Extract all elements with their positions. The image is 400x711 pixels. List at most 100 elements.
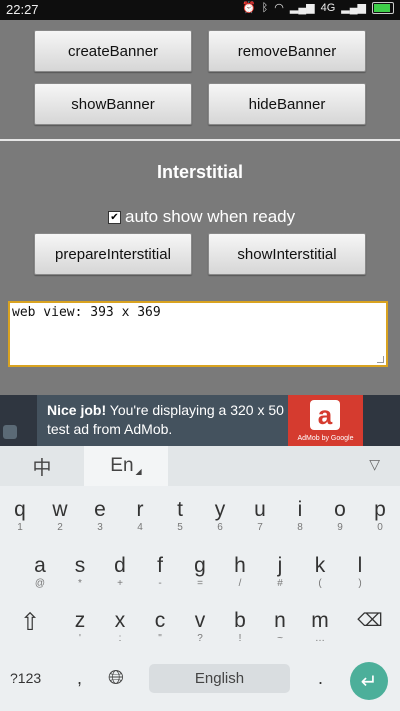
web-view-text: web view: 393 x 369 — [12, 305, 161, 320]
show-banner-button[interactable]: showBanner — [34, 83, 192, 125]
key-sublabel: : — [118, 633, 122, 644]
auto-show-checkbox[interactable]: ✔ — [108, 210, 121, 224]
key-label: g — [194, 554, 206, 577]
auto-show-row[interactable]: ✔ auto show when ready — [108, 207, 295, 227]
space-key-label: English — [194, 670, 245, 687]
key-o[interactable]: o9 — [320, 492, 360, 536]
key-f[interactable]: f- — [140, 548, 180, 592]
key-label: f — [157, 554, 163, 577]
corner-triangle-icon: ◢ — [135, 466, 142, 476]
key-x[interactable]: x: — [100, 603, 140, 647]
globe-icon[interactable]: 🌐︎ — [108, 667, 124, 690]
enter-key-icon[interactable]: ↵ — [350, 662, 388, 700]
signal-icon-2: ▂▄▆ — [341, 2, 366, 14]
key-sublabel: 7 — [257, 522, 263, 533]
key-j[interactable]: j # — [260, 548, 300, 592]
admob-logo-text: AdMob by Google — [297, 435, 354, 442]
key-sublabel: 0 — [377, 522, 383, 533]
symbols-key[interactable]: ?123 — [10, 670, 41, 686]
key-label: b — [234, 609, 246, 632]
key-sublabel: 1 — [17, 522, 23, 533]
comma-key[interactable]: , — [77, 668, 82, 689]
key-z[interactable]: z ' — [60, 603, 100, 647]
bluetooth-icon: ᛒ — [261, 1, 269, 14]
key-i[interactable]: i8 — [280, 492, 320, 536]
backspace-key-icon[interactable]: ⌫ — [352, 610, 388, 636]
space-key[interactable]: English — [149, 664, 290, 693]
shift-key-icon[interactable]: ⇧ — [12, 608, 48, 636]
key-w[interactable]: w2 — [40, 492, 80, 536]
auto-show-label: auto show when ready — [125, 207, 296, 226]
key-label: q — [14, 498, 26, 521]
resize-handle-icon[interactable] — [377, 356, 384, 363]
key-n[interactable]: n ~ — [260, 603, 300, 647]
tab-chinese[interactable]: 中 — [0, 446, 84, 486]
key-label: k — [314, 554, 326, 577]
key-t[interactable]: t5 — [160, 492, 200, 536]
show-interstitial-button[interactable]: showInterstitial — [208, 233, 366, 275]
wifi-icon: ◠ — [274, 2, 284, 14]
web-view-textarea[interactable]: web view: 393 x 369 — [8, 301, 388, 367]
key-label: l — [357, 554, 363, 577]
key-sublabel: 5 — [177, 522, 183, 533]
prepare-interstitial-button[interactable]: prepareInterstitial — [34, 233, 192, 275]
key-label: e — [94, 498, 106, 521]
ad-body[interactable]: Nice job! You're displaying a 320 x 50 t… — [37, 395, 363, 446]
key-sublabel: ( — [318, 578, 322, 589]
alarm-icon: ⏰ — [241, 2, 256, 14]
period-key[interactable]: . — [318, 668, 323, 689]
key-sublabel: … — [315, 633, 325, 644]
key-r[interactable]: r4 — [120, 492, 160, 536]
key-b[interactable]: b! — [220, 603, 260, 647]
key-d[interactable]: d + — [100, 548, 140, 592]
key-m[interactable]: m… — [300, 603, 340, 647]
key-sublabel: # — [277, 578, 283, 589]
key-label: u — [254, 498, 266, 521]
create-banner-button[interactable]: createBanner — [34, 30, 192, 72]
admob-logo: a AdMob by Google — [288, 395, 363, 446]
hide-banner-button[interactable]: hideBanner — [208, 83, 366, 125]
key-h[interactable]: h / — [220, 548, 260, 592]
signal-icon: ▂▄▆ — [289, 2, 315, 14]
key-e[interactable]: e3 — [80, 492, 120, 536]
key-label: y — [214, 498, 226, 521]
key-sublabel: 9 — [337, 522, 343, 533]
key-l[interactable]: l) — [340, 548, 380, 592]
status-time: 22:27 — [6, 2, 39, 17]
key-label: w — [52, 498, 68, 521]
section-divider — [0, 139, 400, 141]
banner-ad[interactable]: Nice job! You're displaying a 320 x 50 t… — [0, 395, 400, 446]
key-label: p — [374, 498, 386, 521]
key-v[interactable]: v? — [180, 603, 220, 647]
key-sublabel: / — [238, 578, 242, 589]
key-g[interactable]: g = — [180, 548, 220, 592]
key-label: r — [136, 498, 144, 521]
key-c[interactable]: c " — [140, 603, 180, 647]
key-sublabel: ~ — [277, 633, 283, 644]
key-k[interactable]: k( — [300, 548, 340, 592]
key-label: x — [114, 609, 126, 632]
key-u[interactable]: u7 — [240, 492, 280, 536]
collapse-keyboard-icon[interactable]: ▽ — [369, 456, 380, 473]
key-label: n — [274, 609, 286, 632]
key-sublabel: 4 — [137, 522, 143, 533]
key-a[interactable]: a @ — [20, 548, 60, 592]
key-p[interactable]: p0 — [360, 492, 400, 536]
key-sublabel: ! — [238, 633, 242, 644]
remove-banner-button[interactable]: removeBanner — [208, 30, 366, 72]
tab-chinese-label: 中 — [32, 457, 52, 479]
tab-english[interactable]: En ◢ — [84, 446, 168, 486]
status-icons: ⏰ ᛒ ◠ ▂▄▆ 4G ▂▄▆ — [242, 1, 394, 14]
handle-icon — [3, 425, 17, 439]
keyboard-bottom-row: ?123 , 🌐︎ English . ↵ — [0, 662, 400, 702]
key-y[interactable]: y6 — [200, 492, 240, 536]
key-label: c — [154, 609, 166, 632]
interstitial-title: Interstitial — [156, 162, 244, 182]
key-sublabel: 8 — [297, 522, 303, 533]
key-q[interactable]: q1 — [0, 492, 40, 536]
admob-logo-icon: a — [310, 400, 340, 430]
keyboard-toolbar: 中 En ◢ ▽ — [0, 446, 400, 486]
key-s[interactable]: s * — [60, 548, 100, 592]
key-label: v — [194, 609, 206, 632]
key-sublabel: + — [117, 578, 123, 589]
